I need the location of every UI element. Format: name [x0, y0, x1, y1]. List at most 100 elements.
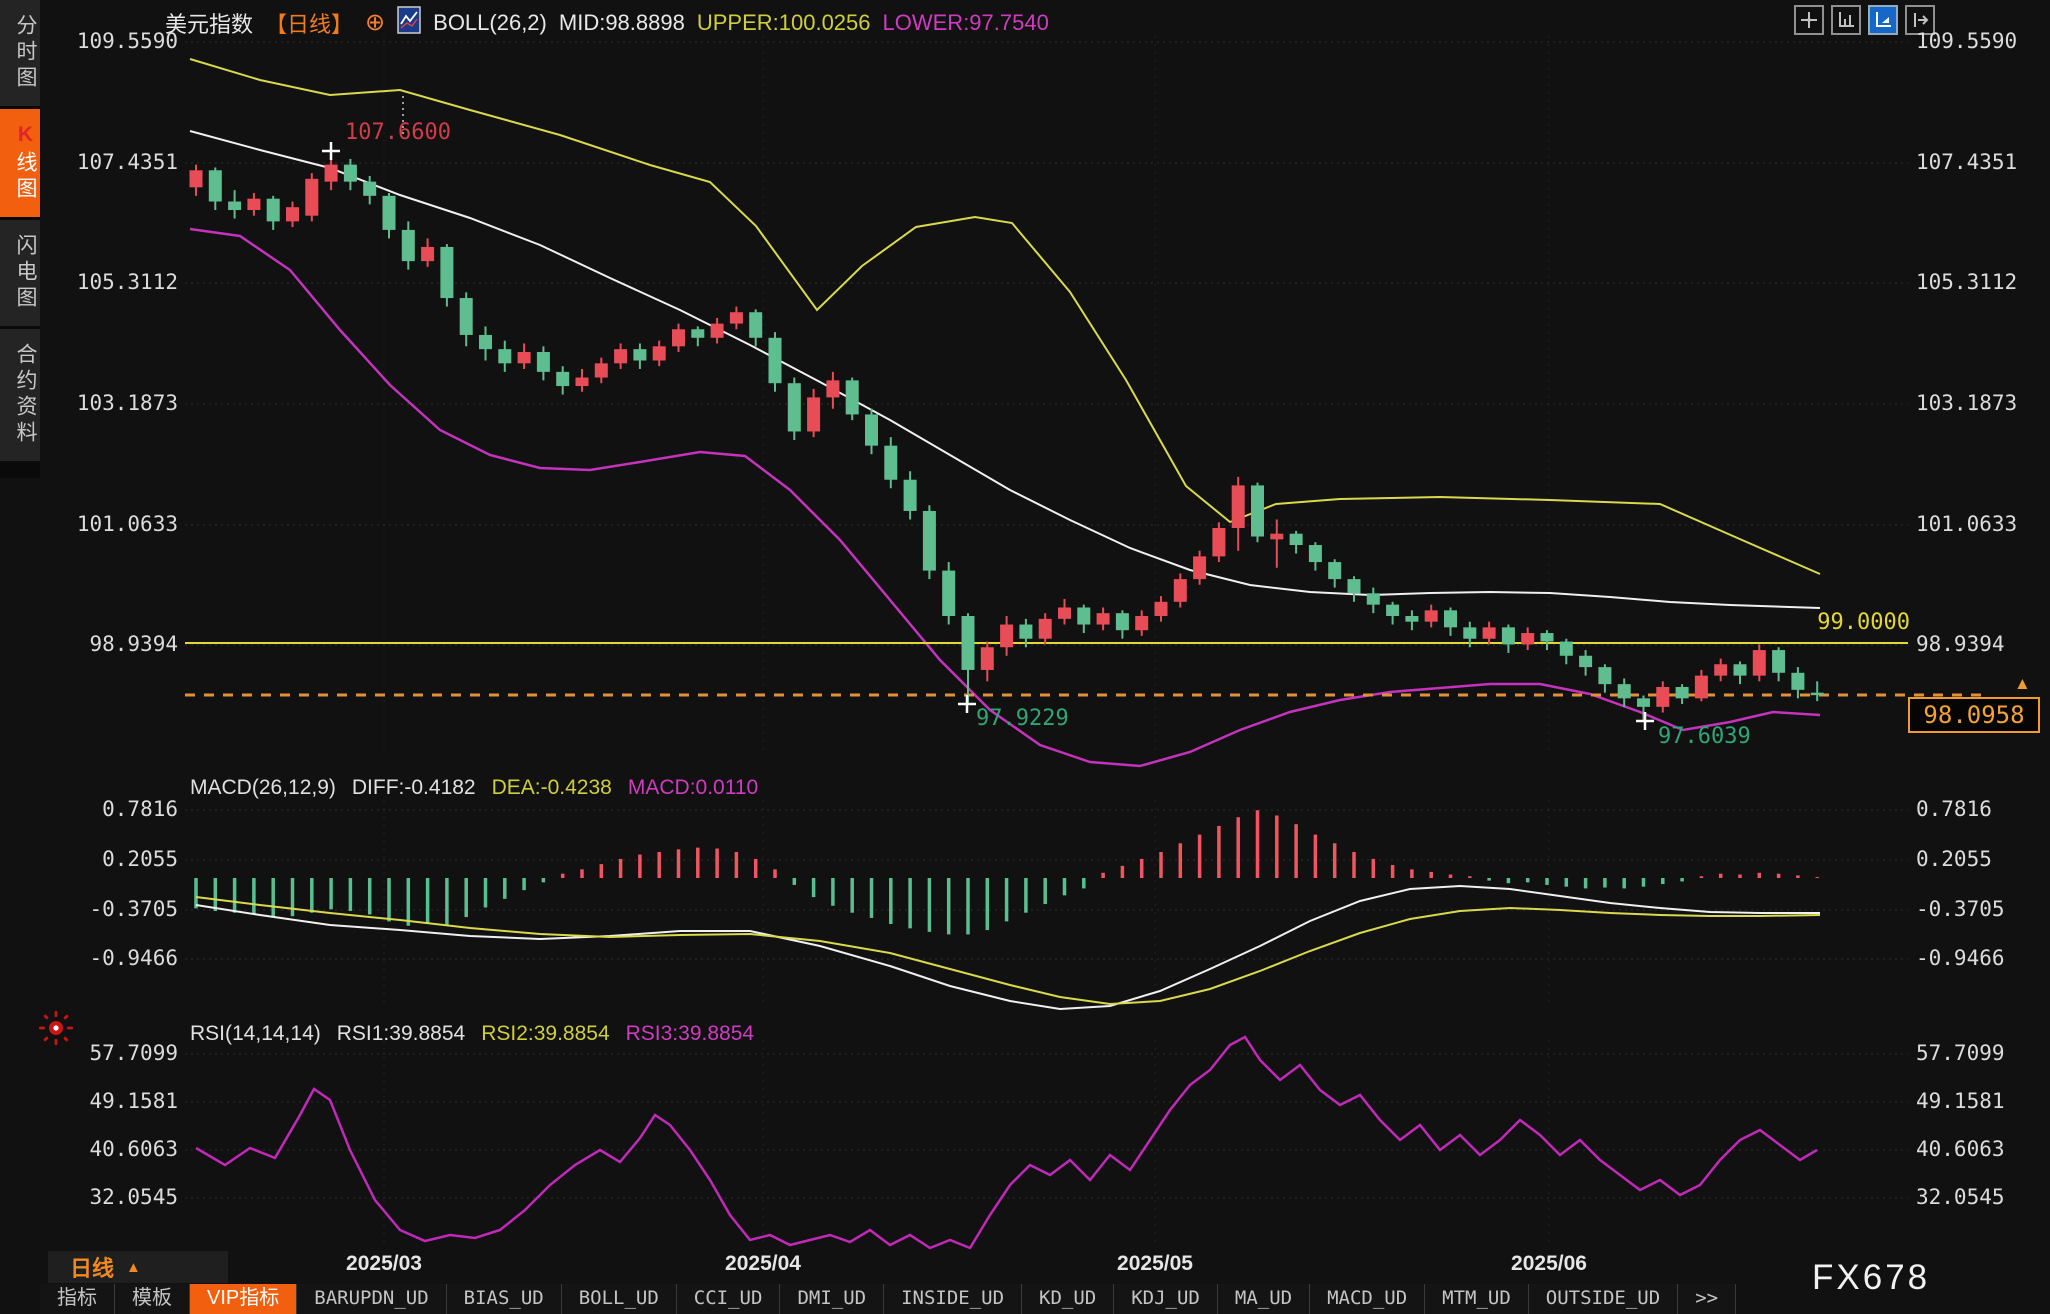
macd-header: MACD(26,12,9) DIFF:-0.4182 DEA:-0.4238 M… [190, 776, 758, 800]
rsi-tick-right-2: 40.6063 [1916, 1137, 2039, 1161]
macd-dea-value: DEA:-0.4238 [492, 776, 612, 800]
toolbar-item-BOLL_UD[interactable]: BOLL_UD [562, 1284, 677, 1314]
chart-app: 分时图K线图闪电图合约资料 美元指数 【日线】 ⊕ BOLL(26,2) MID… [0, 0, 2050, 1314]
target-plus-icon[interactable]: ⊕ [365, 12, 385, 34]
toolbar-item-BARUPDN_UD[interactable]: BARUPDN_UD [297, 1284, 446, 1314]
rsi2-value: RSI2:39.8854 [481, 1022, 609, 1046]
candle-body-28 [730, 312, 743, 323]
toolbar-item-MACD_UD[interactable]: MACD_UD [1310, 1284, 1425, 1314]
toolbar-item-MA_UD[interactable]: MA_UD [1218, 1284, 1310, 1314]
candle-body-79 [1714, 664, 1727, 675]
toolbar-item-KDJ_UD[interactable]: KDJ_UD [1114, 1284, 1218, 1314]
toolbar-item-[interactable]: 模板 [115, 1284, 190, 1314]
candle-body-38 [923, 511, 936, 571]
toolbar-item-VIP[interactable]: VIP指标 [190, 1284, 297, 1314]
candle-body-61 [1367, 593, 1380, 604]
price-tick-left-4: 101.0633 [55, 512, 178, 536]
candle-body-37 [904, 480, 917, 511]
toolbar-item-KD_UD[interactable]: KD_UD [1022, 1284, 1114, 1314]
date-tick-3: 2025/06 [1489, 1252, 1609, 1276]
sidebar: 分时图K线图闪电图合约资料 [0, 0, 40, 478]
candle-body-41 [981, 647, 994, 670]
candle-body-35 [865, 414, 878, 445]
rsi1-value: RSI1:39.8854 [337, 1022, 465, 1046]
rsi-tick-left-2: 40.6063 [55, 1137, 178, 1161]
watermark: FX678 [1812, 1258, 1930, 1298]
candle-body-54 [1232, 485, 1245, 528]
date-tick-0: 2025/03 [324, 1252, 444, 1276]
candle-body-82 [1772, 650, 1785, 673]
sidebar-item-1[interactable]: K线图 [0, 109, 40, 217]
rsi3-value: RSI3:39.8854 [626, 1022, 754, 1046]
candle-body-64 [1425, 610, 1438, 621]
candle-body-70 [1541, 633, 1554, 642]
period-tag: 【日线】 [265, 7, 353, 39]
period-arrow-icon: ▲ [126, 1259, 141, 1276]
price-tick-right-2: 105.3112 [1916, 270, 2039, 294]
macd-name: MACD(26,12,9) [190, 776, 336, 800]
boll-lower-band [190, 229, 1820, 766]
candle-body-81 [1753, 650, 1766, 676]
candle-body-50 [1155, 602, 1168, 616]
boll-lower-value: LOWER:97.7540 [883, 10, 1049, 36]
sidebar-item-2[interactable]: 闪电图 [0, 220, 40, 326]
candle-body-18 [537, 352, 550, 372]
last-price-tag: 98.0958 [1908, 697, 2040, 733]
period-selector[interactable]: 日线 ▲ [48, 1251, 228, 1283]
candle-body-51 [1174, 579, 1187, 602]
chart-toolbar-icons [1794, 5, 1935, 35]
candle-body-58 [1309, 545, 1322, 562]
rsi-header: RSI(14,14,14) RSI1:39.8854 RSI2:39.8854 … [190, 1022, 754, 1046]
candle-body-52 [1193, 556, 1206, 579]
candle-body-77 [1676, 687, 1689, 698]
toolbar-item-MTM_UD[interactable]: MTM_UD [1425, 1284, 1529, 1314]
price-tick-left-1: 107.4351 [55, 150, 178, 174]
candle-body-71 [1560, 642, 1573, 656]
candle-body-25 [672, 329, 685, 346]
toolbar-item-CCI_UD[interactable]: CCI_UD [677, 1284, 781, 1314]
candle-body-34 [846, 380, 859, 414]
candle-body-67 [1483, 627, 1496, 638]
candle-body-36 [884, 446, 897, 480]
toolbar-item-BIAS_UD[interactable]: BIAS_UD [447, 1284, 562, 1314]
toolbar-item-[interactable]: 指标 [40, 1284, 115, 1314]
candle-body-60 [1348, 579, 1361, 593]
chart-canvas[interactable] [0, 0, 2050, 1314]
macd-tick-right-2: -0.3705 [1916, 897, 2039, 921]
candle-body-14 [460, 298, 473, 335]
annotation-low2-price: 97.6039 [1658, 724, 1751, 749]
candle-body-1 [209, 170, 222, 201]
auto-scroll-icon[interactable] [1868, 5, 1898, 35]
candle-body-7 [325, 165, 338, 182]
period-label: 日线 [70, 1251, 114, 1283]
candle-body-4 [267, 199, 280, 222]
symbol-title: 美元指数 [165, 7, 253, 39]
candle-body-47 [1097, 613, 1110, 624]
pan-icon[interactable] [1794, 5, 1824, 35]
toolbar-item-INSIDE_UD[interactable]: INSIDE_UD [884, 1284, 1022, 1314]
macd-tick-left-2: -0.3705 [55, 897, 178, 921]
toolbar-item-[interactable]: >> [1678, 1284, 1736, 1314]
candle-body-12 [421, 247, 434, 261]
candle-body-33 [826, 380, 839, 397]
toolbar-item-DMI_UD[interactable]: DMI_UD [780, 1284, 884, 1314]
rsi-tick-right-0: 57.7099 [1916, 1041, 2039, 1065]
sidebar-item-0[interactable]: 分时图 [0, 0, 40, 106]
axis-scale-icon[interactable] [1831, 5, 1861, 35]
candle-body-78 [1695, 676, 1708, 699]
candle-body-24 [653, 346, 666, 360]
indicator-settings-icon[interactable] [36, 1008, 76, 1053]
rsi-tick-right-1: 49.1581 [1916, 1089, 2039, 1113]
candle-body-2 [228, 202, 241, 211]
candle-body-53 [1212, 528, 1225, 556]
price-tick-left-0: 109.5590 [55, 29, 178, 53]
rsi-tick-left-1: 49.1581 [55, 1089, 178, 1113]
sidebar-item-3[interactable]: 合约资料 [0, 329, 40, 461]
candle-body-32 [807, 397, 820, 431]
macd-tick-left-1: 0.2055 [55, 847, 178, 871]
candle-body-21 [595, 363, 608, 377]
price-tick-right-0: 109.5590 [1916, 29, 2039, 53]
toolbar-item-OUTSIDE_UD[interactable]: OUTSIDE_UD [1529, 1284, 1678, 1314]
candle-body-66 [1463, 627, 1476, 638]
candle-body-68 [1502, 627, 1515, 644]
